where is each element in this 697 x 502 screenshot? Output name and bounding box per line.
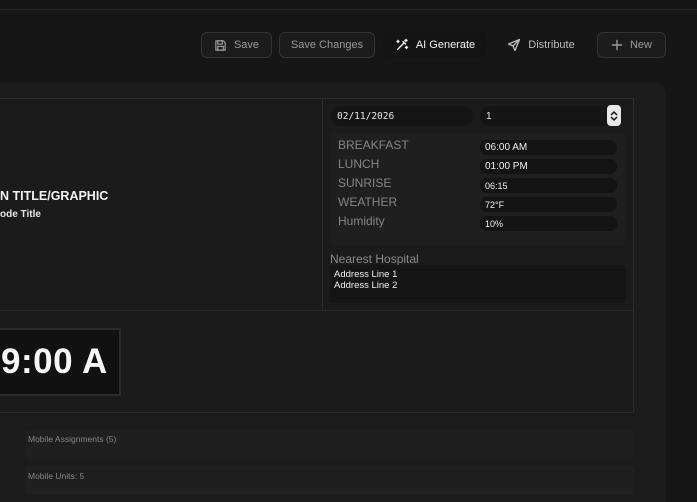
weather-value[interactable]: 72°F [480, 197, 617, 212]
lunch-label: LUNCH [338, 157, 380, 171]
mobile-units-label: Mobile Units: 5 [28, 471, 85, 481]
graphic-title: N TITLE/GRAPHIC [0, 189, 109, 203]
new-label: New [629, 39, 652, 51]
mobile-assignments-box[interactable] [25, 429, 634, 460]
plus-icon [611, 39, 623, 51]
distribute-label: Distribute [528, 39, 575, 51]
new-button[interactable]: New [597, 32, 666, 58]
magic-wand-icon [396, 38, 409, 51]
save-label: Save [233, 39, 260, 51]
vertical-divider [322, 98, 323, 311]
chevron-down-icon [610, 115, 618, 121]
ai-generate-button[interactable]: AI Generate [383, 32, 487, 58]
sunrise-label: SUNRISE [338, 176, 392, 190]
weather-label: WEATHER [338, 195, 398, 209]
number-input[interactable]: 1 [480, 106, 622, 126]
mobile-units-box[interactable] [25, 466, 634, 495]
clock-display: 9:00 A [0, 328, 121, 396]
save-button[interactable]: Save [201, 32, 272, 58]
lunch-value[interactable]: 01:00 PM [480, 159, 617, 174]
top-divider [0, 9, 697, 10]
ai-generate-label: AI Generate [415, 39, 476, 51]
mobile-assignments-label: Mobile Assignments (5) [28, 434, 117, 444]
hospital-address-line-1: Address Line 1 [334, 269, 398, 280]
sunrise-value[interactable]: 06:15 [480, 178, 617, 193]
distribute-button[interactable]: Distribute [494, 32, 588, 58]
send-icon [508, 38, 521, 52]
humidity-value[interactable]: 10% [480, 216, 617, 231]
breakfast-value[interactable]: 06:00 AM [480, 140, 617, 155]
humidity-label: Humidity [338, 214, 385, 228]
nearest-hospital-label: Nearest Hospital [330, 252, 419, 266]
clock-time: 9:00 A [1, 342, 108, 381]
episode-title: ode Title [0, 209, 41, 220]
horizontal-divider [0, 310, 634, 311]
hospital-address-line-2: Address Line 2 [334, 280, 398, 291]
date-input[interactable]: 02/11/2026 [331, 106, 473, 126]
save-icon [215, 39, 226, 51]
save-changes-label: Save Changes [290, 39, 364, 51]
number-stepper[interactable] [607, 105, 621, 126]
save-changes-button[interactable]: Save Changes [279, 32, 375, 58]
breakfast-label: BREAKFAST [338, 138, 409, 152]
